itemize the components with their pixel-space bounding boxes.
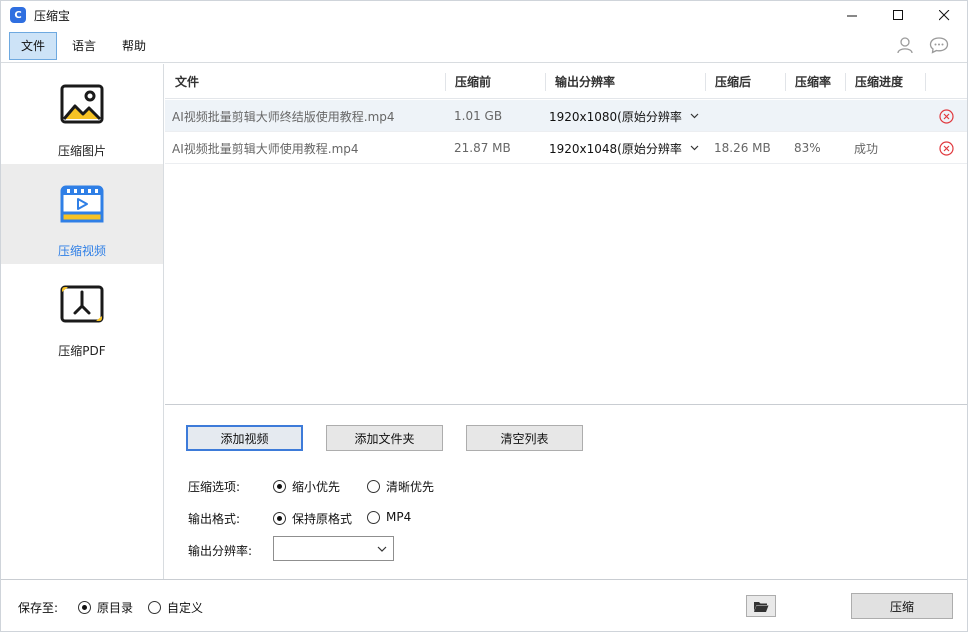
menu-bar: 文件 语言 帮助: [1, 29, 967, 63]
column-header-progress[interactable]: 压缩进度: [855, 64, 903, 99]
radio-unselected-icon: [148, 601, 161, 614]
cell-before: 1.01 GB: [454, 109, 503, 123]
chevron-down-icon[interactable]: [690, 100, 699, 132]
sidebar-item-compress-pdf[interactable]: 压缩PDF: [1, 264, 163, 364]
output-resolution-label: 输出分辨率:: [188, 544, 253, 558]
cell-resolution[interactable]: 1920x1080(原始分辨率: [549, 100, 682, 132]
radio-label: 原目录: [97, 601, 134, 615]
table-row[interactable]: AI视频批量剪辑大师终结版使用教程.mp4 1.01 GB 1920x1080(…: [165, 100, 967, 132]
app-logo-icon: C: [10, 7, 26, 23]
radio-label: 保持原格式: [292, 512, 353, 526]
chevron-down-icon: [377, 546, 387, 552]
column-header-before[interactable]: 压缩前: [455, 64, 491, 99]
column-header-file[interactable]: 文件: [175, 64, 199, 99]
radio-label: 自定义: [167, 601, 204, 615]
menu-help[interactable]: 帮助: [111, 32, 157, 60]
radio-unselected-icon: [367, 510, 380, 524]
table-header: 文件 压缩前 输出分辨率 压缩后 压缩率 压缩进度: [165, 64, 967, 99]
delete-icon[interactable]: [939, 109, 954, 124]
open-folder-button[interactable]: [746, 595, 776, 617]
sidebar-item-compress-image[interactable]: 压缩图片: [1, 64, 163, 164]
sidebar-item-label: 压缩PDF: [58, 344, 106, 358]
cell-file: AI视频批量剪辑大师终结版使用教程.mp4: [172, 109, 395, 124]
radio-size-priority[interactable]: 缩小优先: [273, 478, 340, 495]
menu-file[interactable]: 文件: [9, 31, 58, 60]
video-icon: [60, 184, 104, 224]
sidebar-item-label: 压缩图片: [57, 144, 106, 158]
sidebar-item-label: 压缩视频: [57, 244, 106, 258]
radio-unselected-icon: [367, 480, 380, 493]
radio-mp4[interactable]: MP4: [367, 510, 411, 524]
cell-ratio: 83%: [794, 141, 821, 155]
cell-after: 18.26 MB: [714, 141, 771, 155]
menu-language[interactable]: 语言: [61, 32, 107, 60]
radio-label: 清晰优先: [386, 480, 435, 494]
radio-selected-icon: [273, 480, 286, 493]
output-format-label: 输出格式:: [188, 512, 241, 526]
cell-before: 21.87 MB: [454, 141, 511, 155]
menu-right-icons: [895, 35, 949, 55]
column-header-ratio[interactable]: 压缩率: [795, 64, 831, 99]
compress-button[interactable]: 压缩: [851, 593, 953, 619]
footer-bar: 保存至: 原目录 自定义 压缩: [1, 579, 967, 631]
add-folder-button[interactable]: 添加文件夹: [326, 425, 443, 451]
radio-selected-icon: [273, 512, 286, 525]
user-icon[interactable]: [895, 35, 915, 55]
radio-label: MP4: [386, 510, 412, 524]
cell-file: AI视频批量剪辑大师使用教程.mp4: [172, 141, 359, 156]
table-row[interactable]: AI视频批量剪辑大师使用教程.mp4 21.87 MB 1920x1048(原始…: [165, 132, 967, 164]
file-table: 文件 压缩前 输出分辨率 压缩后 压缩率 压缩进度 AI视频批量剪辑大师终结版使…: [165, 64, 967, 404]
sidebar: 压缩图片 压缩视频 压缩PDF: [1, 64, 164, 579]
radio-custom-dir[interactable]: 自定义: [148, 599, 203, 616]
window-controls: [829, 1, 967, 29]
chevron-down-icon[interactable]: [690, 132, 699, 164]
app-title: 压缩宝: [34, 8, 71, 23]
column-header-resolution[interactable]: 输出分辨率: [555, 64, 615, 99]
pdf-icon: [60, 284, 104, 324]
minimize-button[interactable]: [829, 1, 875, 29]
radio-selected-icon: [78, 601, 91, 614]
close-button[interactable]: [921, 1, 967, 29]
image-icon: [60, 84, 104, 124]
radio-original-dir[interactable]: 原目录: [78, 599, 133, 616]
save-to-label: 保存至:: [18, 601, 59, 615]
radio-keep-format[interactable]: 保持原格式: [273, 510, 352, 527]
cell-progress: 成功: [854, 141, 879, 156]
radio-label: 缩小优先: [292, 480, 341, 494]
radio-clarity-priority[interactable]: 清晰优先: [367, 478, 434, 495]
sidebar-item-compress-video[interactable]: 压缩视频: [1, 164, 163, 264]
add-video-button[interactable]: 添加视频: [186, 425, 303, 451]
maximize-icon: [892, 9, 903, 20]
minimize-icon: [846, 15, 857, 16]
output-resolution-select[interactable]: [273, 536, 394, 561]
options-panel: 添加视频 添加文件夹 清空列表 压缩选项: 缩小优先 清晰优先 输出格式: 保持…: [165, 404, 967, 579]
title-bar: C 压缩宝: [1, 1, 967, 29]
folder-icon: [754, 601, 769, 612]
app-window: C 压缩宝 文件 语言 帮助 压缩图片 压缩视频 压缩PDF 文件 压缩前 输出…: [0, 0, 968, 632]
cell-resolution[interactable]: 1920x1048(原始分辨率: [549, 132, 682, 164]
chat-icon[interactable]: [929, 35, 949, 55]
column-header-after[interactable]: 压缩后: [715, 64, 751, 99]
maximize-button[interactable]: [875, 1, 921, 29]
compress-options-label: 压缩选项:: [188, 480, 241, 494]
close-icon: [938, 9, 949, 20]
delete-icon[interactable]: [939, 141, 954, 156]
clear-list-button[interactable]: 清空列表: [466, 425, 583, 451]
